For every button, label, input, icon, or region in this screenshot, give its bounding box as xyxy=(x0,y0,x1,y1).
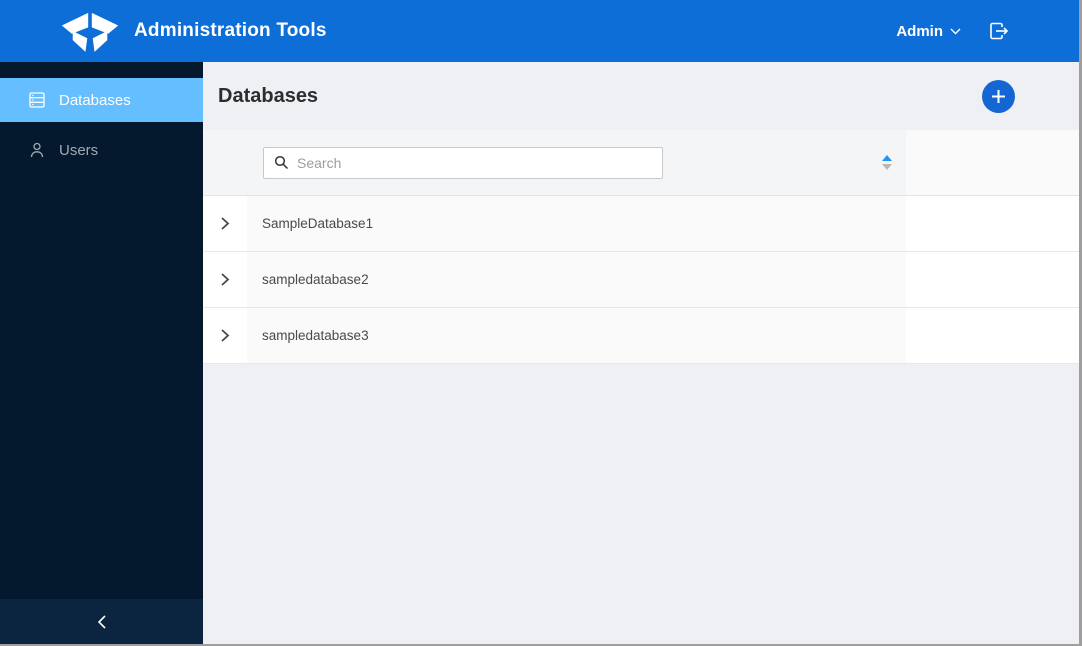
table-toolbar-row xyxy=(203,130,1079,196)
app-header: Administration Tools Admin xyxy=(0,0,1079,62)
sort-descending-icon xyxy=(882,164,892,170)
chevron-left-icon xyxy=(97,614,107,630)
sidebar-nav: Databases Users xyxy=(0,62,203,172)
logout-icon xyxy=(987,20,1011,42)
database-name: sampledatabase3 xyxy=(247,308,906,364)
brand-logo xyxy=(60,8,120,54)
empty-area xyxy=(203,364,1079,644)
page-header: Databases xyxy=(203,62,1079,130)
databases-icon xyxy=(28,91,46,109)
chevron-right-icon xyxy=(220,272,230,287)
logout-button[interactable] xyxy=(987,20,1011,42)
sidebar-item-users[interactable]: Users xyxy=(0,128,203,172)
sort-toggle[interactable] xyxy=(882,155,892,170)
database-row[interactable]: SampleDatabase1 xyxy=(203,196,1079,252)
app-title: Administration Tools xyxy=(134,20,327,41)
users-icon xyxy=(28,141,46,159)
expand-row-button[interactable] xyxy=(203,308,247,364)
row-actions-cell xyxy=(906,308,1079,364)
app-window: Administration Tools Admin Databases Use… xyxy=(0,0,1082,646)
search-box xyxy=(263,146,663,179)
chevron-down-icon xyxy=(950,28,961,35)
database-name: sampledatabase2 xyxy=(247,252,906,308)
user-menu[interactable]: Admin xyxy=(896,23,961,40)
table-toolbar-left xyxy=(203,130,906,196)
page-title: Databases xyxy=(218,84,319,107)
search-input[interactable] xyxy=(297,154,662,171)
search-icon xyxy=(274,155,289,170)
app-body: Databases Users Databases Search SampleD… xyxy=(0,62,1079,644)
database-name: SampleDatabase1 xyxy=(247,196,906,252)
row-actions-cell xyxy=(906,196,1079,252)
chevron-right-icon xyxy=(220,328,230,343)
sort-ascending-icon xyxy=(882,155,892,161)
plus-icon xyxy=(991,89,1006,104)
chevron-right-icon xyxy=(220,216,230,231)
main-content: Databases Search SampleDatabase1 sampled… xyxy=(203,62,1079,644)
expand-row-button[interactable] xyxy=(203,252,247,308)
sidebar-item-databases[interactable]: Databases xyxy=(0,78,203,122)
sidebar-collapse-button[interactable] xyxy=(0,599,203,644)
database-row[interactable]: sampledatabase2 xyxy=(203,252,1079,308)
sidebar-item-label: Databases xyxy=(59,91,131,109)
expand-row-button[interactable] xyxy=(203,196,247,252)
user-menu-label: Admin xyxy=(896,22,943,40)
table-toolbar-right xyxy=(906,130,1079,196)
database-row[interactable]: sampledatabase3 xyxy=(203,308,1079,364)
row-actions-cell xyxy=(906,252,1079,308)
sidebar-item-label: Users xyxy=(59,141,99,159)
sidebar: Databases Users xyxy=(0,62,203,644)
add-database-button[interactable] xyxy=(982,79,1015,113)
